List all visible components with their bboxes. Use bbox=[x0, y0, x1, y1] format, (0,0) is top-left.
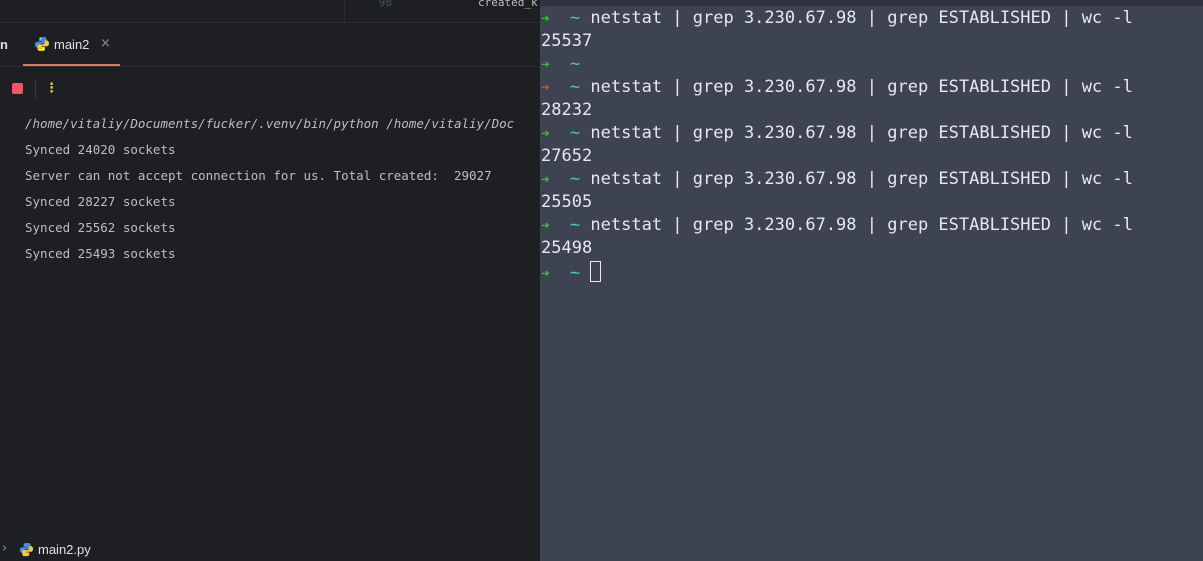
prompt-dir: ~ bbox=[569, 169, 581, 189]
console-line: Synced 25562 sockets bbox=[25, 220, 176, 235]
tab-run-partial[interactable]: n bbox=[0, 37, 8, 52]
terminal-prompt-line: ➜ ~ bbox=[541, 54, 580, 77]
chevron-right-icon[interactable]: › bbox=[2, 541, 7, 556]
prompt-arrow-icon: ➜ bbox=[541, 172, 550, 188]
prompt-dir: ~ bbox=[569, 77, 581, 97]
prompt-arrow-icon: ➜ bbox=[541, 266, 550, 282]
tab-label: main2 bbox=[54, 37, 90, 52]
prompt-dir: ~ bbox=[569, 54, 581, 74]
gutter-divider bbox=[344, 0, 345, 22]
prompt-arrow-icon: ➜ bbox=[541, 126, 550, 142]
status-bar: › main2.py bbox=[0, 539, 540, 561]
terminal-prompt-line: ➜ ~ netstat | grep 3.230.67.98 | grep ES… bbox=[541, 169, 1133, 192]
terminal-output: 25537 bbox=[541, 31, 593, 51]
close-icon[interactable]: × bbox=[100, 36, 111, 51]
prompt-dir: ~ bbox=[569, 8, 581, 28]
python-icon bbox=[35, 37, 49, 51]
run-toolbar: ⋮ bbox=[0, 67, 540, 111]
terminal-command: netstat | grep 3.230.67.98 | grep ESTABL… bbox=[590, 8, 1133, 28]
prompt-arrow-error-icon: ➜ bbox=[541, 80, 550, 96]
more-options-button[interactable]: ⋮ bbox=[45, 78, 58, 100]
terminal-prompt-line: ➜ ~ netstat | grep 3.230.67.98 | grep ES… bbox=[541, 215, 1133, 238]
console-line: Synced 24020 sockets bbox=[25, 142, 176, 157]
prompt-dir: ~ bbox=[569, 123, 581, 143]
prompt-arrow-icon: ➜ bbox=[541, 218, 550, 234]
python-icon bbox=[19, 542, 34, 557]
tab-main2[interactable]: main2 × bbox=[23, 23, 120, 66]
terminal-command: netstat | grep 3.230.67.98 | grep ESTABL… bbox=[590, 77, 1133, 97]
terminal-prompt-line: ➜ ~ netstat | grep 3.230.67.98 | grep ES… bbox=[541, 123, 1133, 146]
terminal-cursor[interactable] bbox=[590, 261, 602, 282]
console-line: Synced 25493 sockets bbox=[25, 246, 176, 261]
terminal-output: 27652 bbox=[541, 146, 593, 166]
console-line-command: /home/vitaliy/Documents/fucker/.venv/bin… bbox=[25, 116, 515, 131]
console-line: Synced 28227 sockets bbox=[25, 194, 176, 209]
code-fragment[interactable]: created_k bbox=[478, 0, 538, 9]
editor-strip: 98 created_k bbox=[0, 0, 540, 23]
prompt-dir: ~ bbox=[569, 263, 581, 283]
prompt-arrow-icon: ➜ bbox=[541, 57, 550, 73]
toolbar-divider bbox=[35, 79, 36, 99]
terminal-window[interactable]: ➜ ~ netstat | grep 3.230.67.98 | grep ES… bbox=[540, 0, 1203, 561]
ide-run-panel: 98 created_k n main2 × ⋮ /home/vitaliy/D… bbox=[0, 0, 540, 561]
terminal-command: netstat | grep 3.230.67.98 | grep ESTABL… bbox=[590, 169, 1133, 189]
breadcrumb-file[interactable]: main2.py bbox=[38, 542, 91, 557]
run-tab-bar: n main2 × bbox=[0, 23, 540, 67]
terminal-command: netstat | grep 3.230.67.98 | grep ESTABL… bbox=[590, 123, 1133, 143]
console-line: Server can not accept connection for us.… bbox=[25, 168, 492, 183]
terminal-output: 25498 bbox=[541, 238, 593, 258]
terminal-active-prompt[interactable]: ➜ ~ bbox=[541, 261, 602, 284]
terminal-command: netstat | grep 3.230.67.98 | grep ESTABL… bbox=[590, 215, 1133, 235]
prompt-dir: ~ bbox=[569, 215, 581, 235]
terminal-output: 28232 bbox=[541, 100, 593, 120]
prompt-arrow-icon: ➜ bbox=[541, 11, 550, 27]
stop-icon[interactable] bbox=[12, 83, 23, 94]
console-output[interactable]: /home/vitaliy/Documents/fucker/.venv/bin… bbox=[25, 116, 540, 272]
line-number: 98 bbox=[378, 0, 392, 9]
terminal-prompt-line: ➜ ~ netstat | grep 3.230.67.98 | grep ES… bbox=[541, 8, 1133, 31]
terminal-prompt-line: ➜ ~ netstat | grep 3.230.67.98 | grep ES… bbox=[541, 77, 1133, 100]
terminal-output: 25505 bbox=[541, 192, 593, 212]
active-tab-indicator bbox=[23, 64, 120, 66]
